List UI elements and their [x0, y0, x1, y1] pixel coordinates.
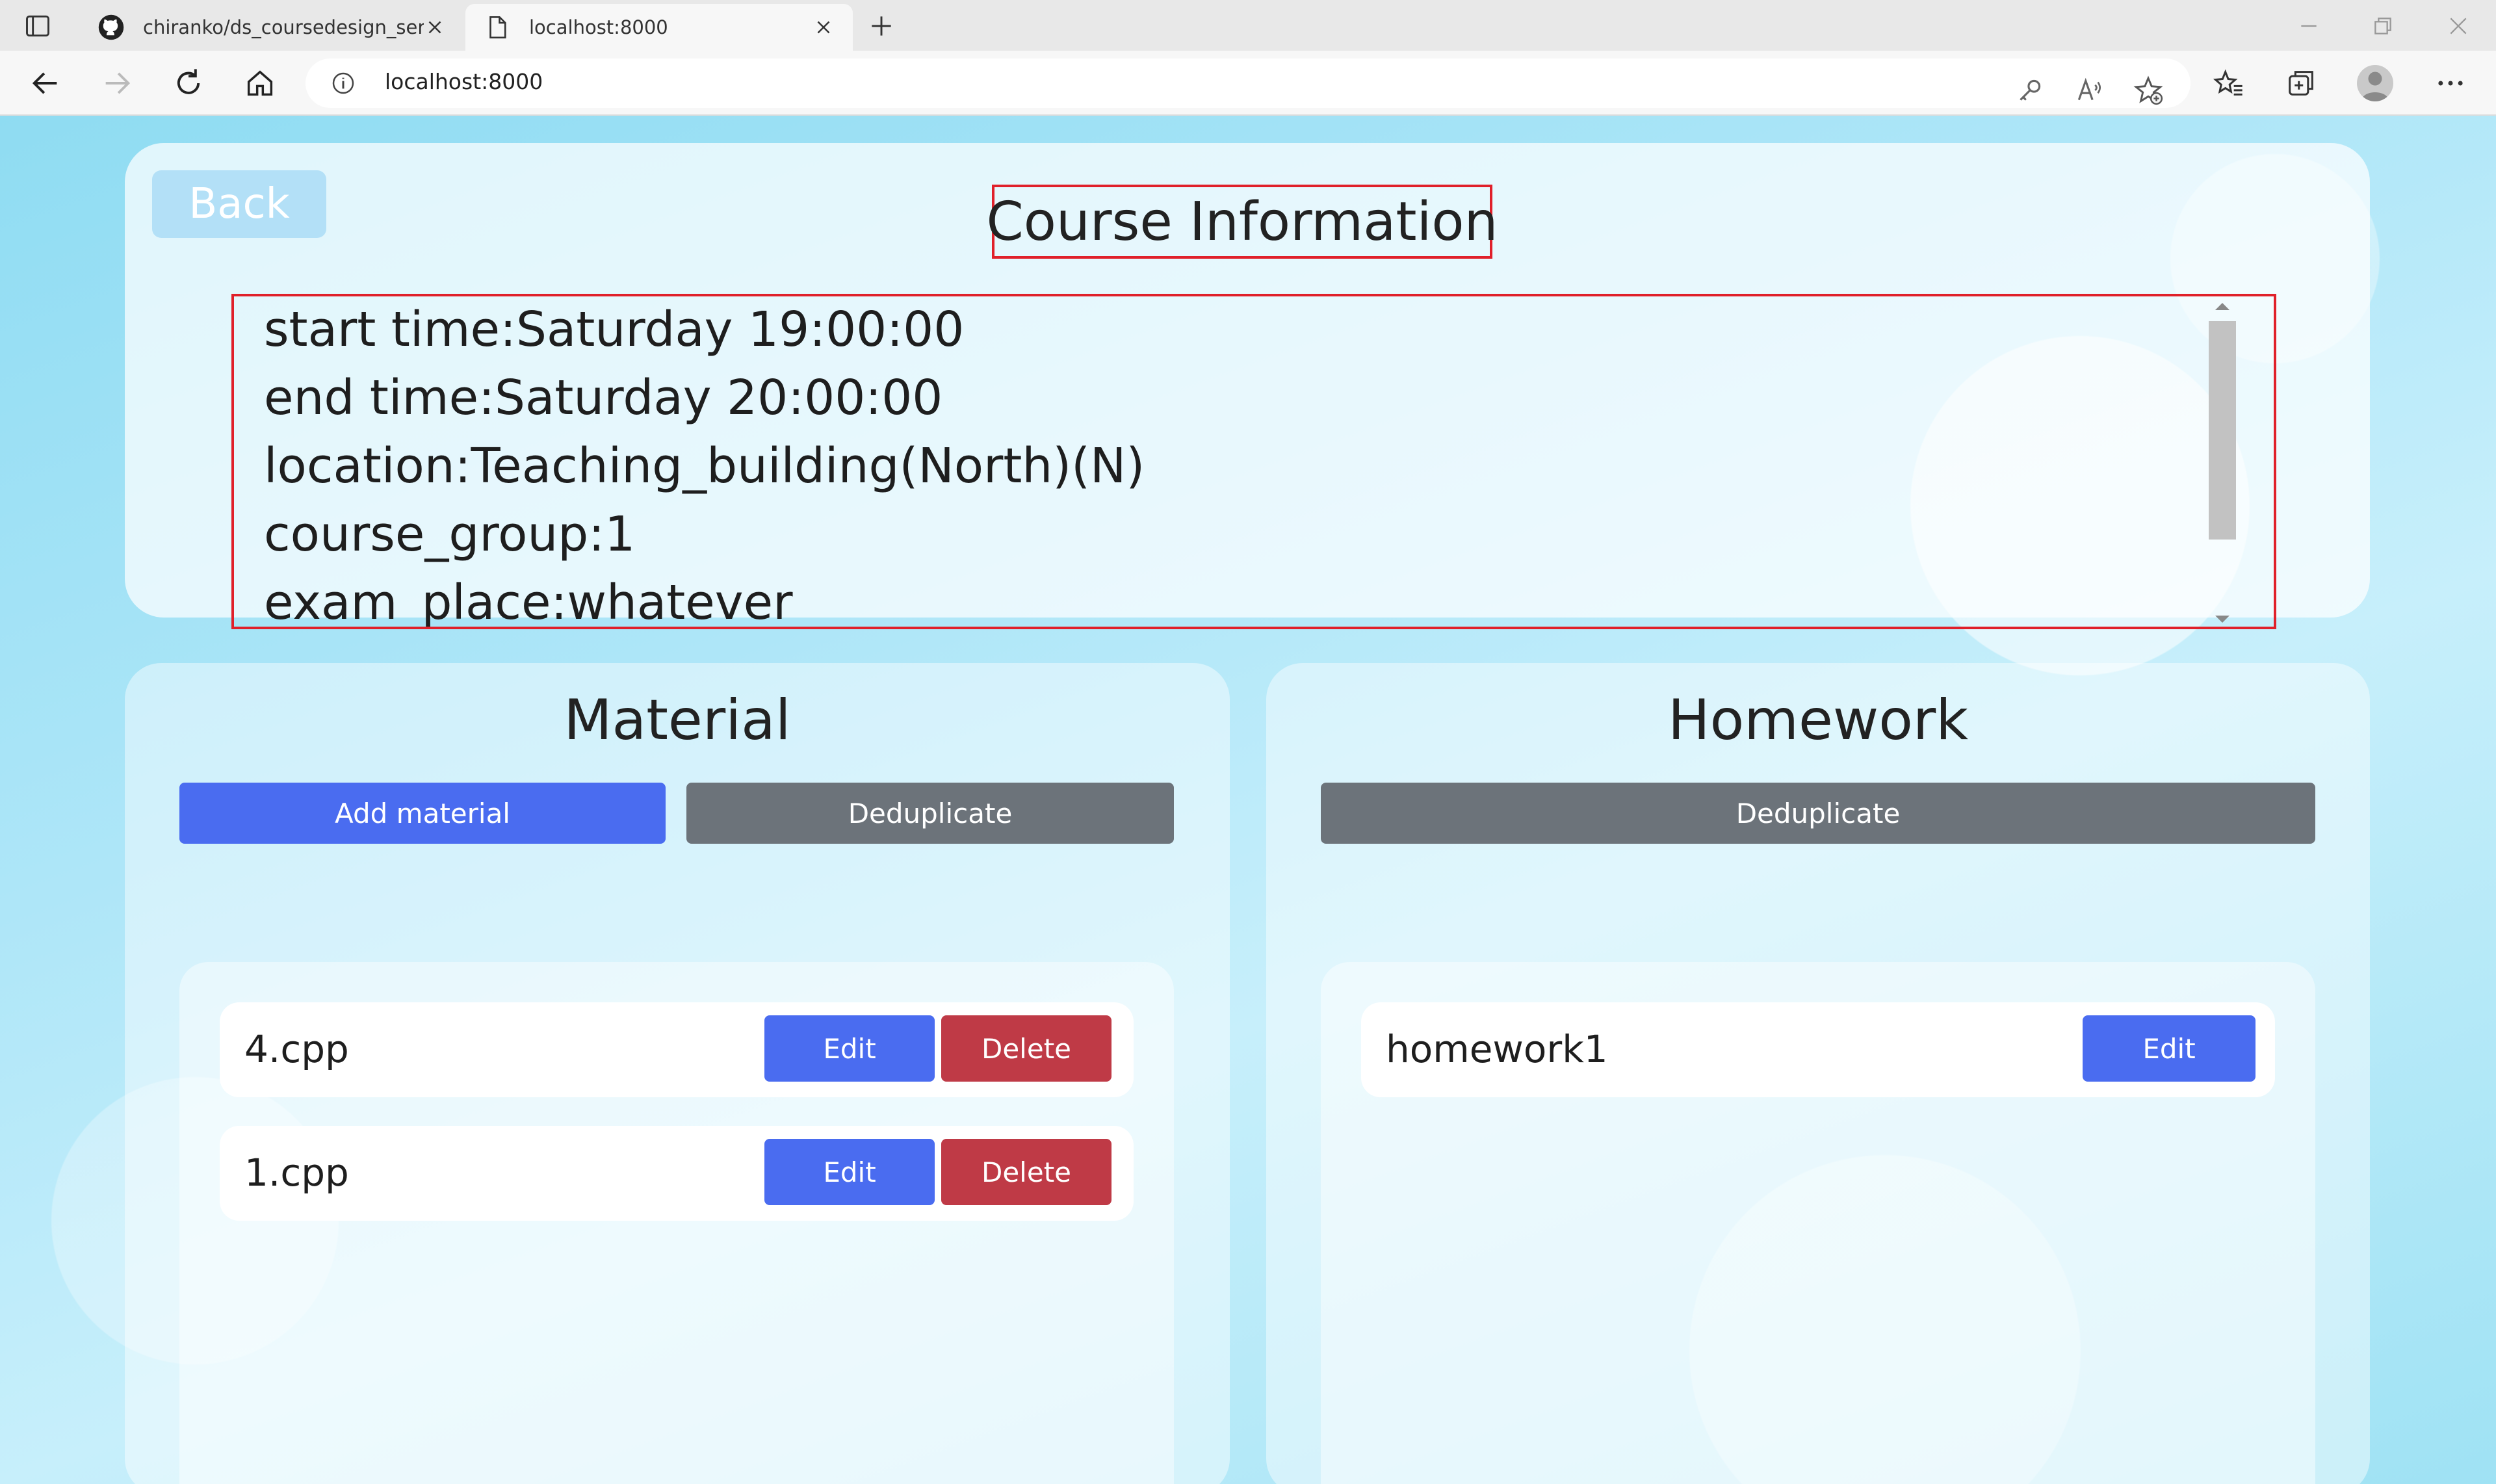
- material-deduplicate-button[interactable]: Deduplicate: [686, 783, 1174, 844]
- scroll-down-arrow-icon[interactable]: [2215, 616, 2230, 623]
- key-icon[interactable]: [2014, 74, 2046, 107]
- tab-strip: chiranko/ds_coursedesign_server localhos…: [0, 0, 2496, 51]
- site-info-icon[interactable]: [330, 70, 356, 96]
- info-scrollbar[interactable]: [2209, 303, 2236, 623]
- minimize-icon[interactable]: [2296, 13, 2322, 39]
- close-tab-icon[interactable]: [424, 16, 446, 38]
- tab-github[interactable]: chiranko/ds_coursedesign_server: [79, 4, 464, 51]
- info-line-exam-place: exam_place:whatever: [264, 575, 793, 629]
- list-item: 4.cpp Edit Delete: [220, 1002, 1134, 1097]
- list-item: homework1 Edit: [1361, 1002, 2275, 1097]
- page-icon: [489, 16, 506, 39]
- course-title: Course Information: [987, 185, 1498, 259]
- more-options-icon[interactable]: [2434, 66, 2467, 100]
- new-tab-icon[interactable]: [867, 12, 896, 40]
- add-favorite-icon[interactable]: [2132, 74, 2164, 107]
- homework-list: homework1 Edit: [1321, 962, 2315, 1484]
- tab-title: localhost:8000: [529, 16, 668, 38]
- browser-toolbar: localhost:8000: [0, 51, 2496, 116]
- info-line-location: location:Teaching_building(North)(N): [264, 438, 1145, 494]
- info-line-course-group: course_group:1: [264, 506, 636, 562]
- restore-icon[interactable]: [2370, 13, 2396, 39]
- homework-title: Homework: [1667, 688, 1969, 753]
- material-list: 4.cpp Edit Delete 1.cpp Edit Delete: [179, 962, 1174, 1484]
- edit-button[interactable]: Edit: [2083, 1015, 2256, 1082]
- info-line-start-time: start time:Saturday 19:00:00: [264, 302, 965, 358]
- back-arrow-icon[interactable]: [29, 66, 62, 100]
- home-icon[interactable]: [243, 66, 277, 100]
- info-line-end-time: end time:Saturday 20:00:00: [264, 370, 943, 426]
- tab-localhost[interactable]: localhost:8000: [465, 4, 853, 51]
- list-item: 1.cpp Edit Delete: [220, 1126, 1134, 1221]
- delete-button[interactable]: Delete: [941, 1015, 1112, 1082]
- homework-deduplicate-button[interactable]: Deduplicate: [1321, 783, 2315, 844]
- collections-icon[interactable]: [2284, 66, 2318, 100]
- edit-button[interactable]: Edit: [764, 1139, 935, 1205]
- profile-avatar[interactable]: [2357, 65, 2393, 101]
- forward-arrow-icon[interactable]: [100, 66, 134, 100]
- url-text[interactable]: localhost:8000: [385, 69, 543, 94]
- read-aloud-icon[interactable]: [2074, 74, 2106, 107]
- material-name: 4.cpp: [244, 1027, 349, 1071]
- material-title: Material: [564, 688, 791, 753]
- course-info-box[interactable]: start time:Saturday 19:00:00 end time:Sa…: [231, 294, 2276, 629]
- github-icon: [98, 14, 124, 40]
- favorites-icon[interactable]: [2211, 66, 2245, 100]
- sidebar-toggle-icon[interactable]: [23, 12, 52, 40]
- course-info-panel: Back Course Information start time:Satur…: [125, 143, 2370, 629]
- homework-panel: Homework Deduplicate homework1 Edit: [1266, 663, 2370, 1484]
- profile-icon: [2361, 72, 2389, 101]
- close-tab-icon[interactable]: [812, 16, 835, 38]
- refresh-icon[interactable]: [172, 66, 205, 100]
- add-material-button[interactable]: Add material: [179, 783, 666, 844]
- scroll-up-arrow-icon[interactable]: [2215, 303, 2230, 310]
- homework-name: homework1: [1386, 1027, 1608, 1071]
- delete-button[interactable]: Delete: [941, 1139, 1112, 1205]
- material-name: 1.cpp: [244, 1151, 349, 1195]
- page-viewport: Back Course Information start time:Satur…: [0, 116, 2496, 1484]
- scroll-thumb[interactable]: [2209, 321, 2236, 540]
- tab-title: chiranko/ds_coursedesign_server: [143, 16, 424, 38]
- edit-button[interactable]: Edit: [764, 1015, 935, 1082]
- close-window-icon[interactable]: [2445, 13, 2471, 39]
- back-button[interactable]: Back: [152, 170, 326, 238]
- material-panel: Material Add material Deduplicate 4.cpp …: [125, 663, 1230, 1484]
- address-bar[interactable]: localhost:8000: [306, 59, 2190, 108]
